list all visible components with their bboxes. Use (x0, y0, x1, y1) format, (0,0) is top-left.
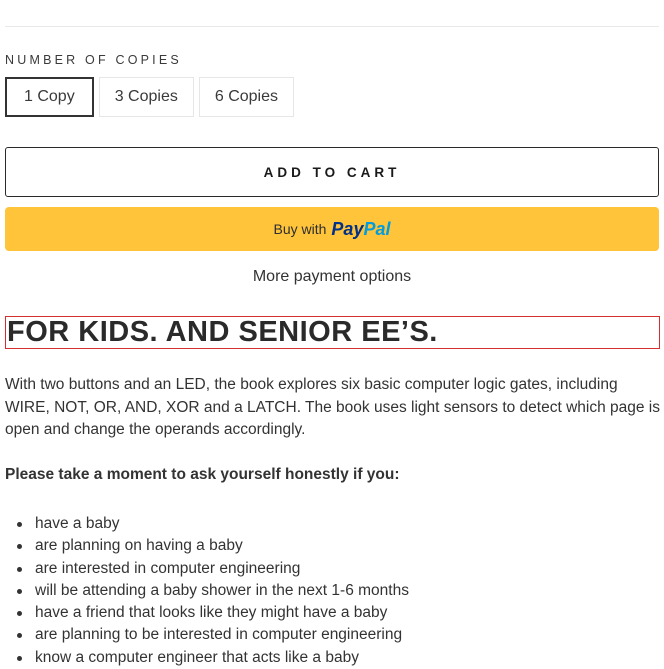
bullet-list: have a baby are planning on having a bab… (5, 513, 409, 669)
paypal-buy-with-text: Buy with (273, 221, 327, 237)
more-payment-options-link[interactable]: More payment options (5, 268, 659, 286)
copy-option-1[interactable]: 1 Copy (5, 77, 94, 117)
paypal-button[interactable]: Buy with PayPal (5, 207, 659, 251)
list-item: are planning to be interested in compute… (17, 624, 409, 646)
question-text: Please take a moment to ask yourself hon… (5, 466, 400, 483)
list-item: know a computer engineer that acts like … (17, 647, 409, 669)
top-divider (5, 26, 659, 27)
list-item: have a baby (17, 513, 409, 535)
product-heading: FOR KIDS. AND SENIOR EE’S. (5, 316, 660, 349)
product-description: With two buttons and an LED, the book ex… (5, 376, 661, 438)
number-of-copies-label: NUMBER OF COPIES (5, 53, 182, 67)
copies-selector: 1 Copy 3 Copies 6 Copies (5, 77, 295, 117)
paypal-logo-pal: Pal (363, 218, 391, 239)
add-to-cart-button[interactable]: ADD TO CART (5, 147, 659, 197)
paypal-logo: PayPal (331, 219, 390, 240)
list-item: are planning on having a baby (17, 535, 409, 557)
paypal-logo-pay: Pay (331, 218, 364, 239)
list-item: are interested in computer engineering (17, 558, 409, 580)
copy-option-6[interactable]: 6 Copies (198, 77, 295, 117)
copy-option-3[interactable]: 3 Copies (98, 77, 194, 117)
list-item: have a friend that looks like they might… (17, 602, 409, 624)
list-item: will be attending a baby shower in the n… (17, 580, 409, 602)
